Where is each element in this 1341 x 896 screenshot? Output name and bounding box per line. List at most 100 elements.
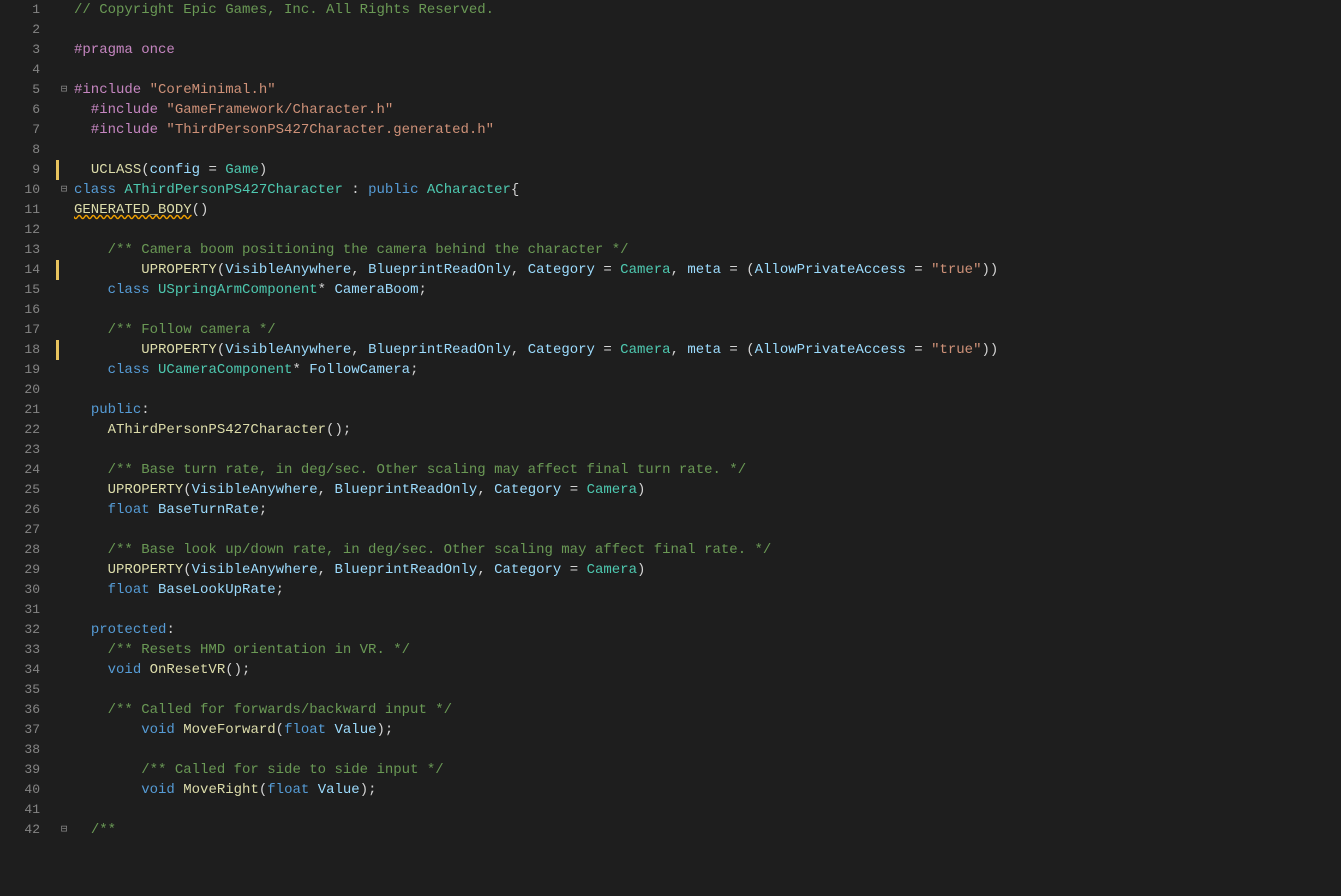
code-area[interactable]: // Copyright Epic Games, Inc. All Rights… bbox=[48, 0, 1341, 896]
token-text bbox=[74, 760, 141, 780]
token-string: "CoreMinimal.h" bbox=[150, 80, 276, 100]
token-text bbox=[175, 780, 183, 800]
token-param: Category bbox=[494, 560, 561, 580]
token-param: Value bbox=[334, 720, 376, 740]
token-text: ( bbox=[141, 160, 149, 180]
token-text: = bbox=[595, 340, 620, 360]
token-text: = bbox=[595, 260, 620, 280]
code-line: #include "GameFramework/Character.h" bbox=[56, 100, 1341, 120]
token-param: Category bbox=[494, 480, 561, 500]
token-text: ; bbox=[419, 280, 427, 300]
token-keyword: void bbox=[141, 780, 175, 800]
token-string: "ThirdPersonPS427Character.generated.h" bbox=[166, 120, 494, 140]
token-text: = ( bbox=[721, 340, 755, 360]
token-param: VisibleAnywhere bbox=[225, 340, 351, 360]
token-keyword: float bbox=[108, 580, 150, 600]
line-number: 17 bbox=[12, 320, 40, 340]
line-number: 2 bbox=[12, 20, 40, 40]
token-text: ( bbox=[259, 780, 267, 800]
token-text bbox=[141, 660, 149, 680]
token-param: VisibleAnywhere bbox=[192, 560, 318, 580]
token-text: , bbox=[351, 260, 368, 280]
line-number: 4 bbox=[12, 60, 40, 80]
collapse-minus-icon[interactable]: ⊟ bbox=[56, 82, 72, 98]
token-keyword: void bbox=[141, 720, 175, 740]
token-text bbox=[74, 500, 108, 520]
token-text: , bbox=[318, 480, 335, 500]
line-number: 1 bbox=[12, 0, 40, 20]
token-keyword: float bbox=[267, 780, 309, 800]
line-number: 30 bbox=[12, 580, 40, 600]
token-class-name: UCameraComponent bbox=[158, 360, 292, 380]
code-line bbox=[56, 220, 1341, 240]
line-number: 18 bbox=[12, 340, 40, 360]
code-line: UPROPERTY(VisibleAnywhere, BlueprintRead… bbox=[56, 480, 1341, 500]
token-text: , bbox=[477, 560, 494, 580]
code-line bbox=[56, 60, 1341, 80]
code-line: #include "ThirdPersonPS427Character.gene… bbox=[56, 120, 1341, 140]
collapse-minus-icon[interactable]: ⊟ bbox=[56, 822, 72, 838]
token-string: "GameFramework/Character.h" bbox=[166, 100, 393, 120]
line-number: 37 bbox=[12, 720, 40, 740]
token-text: (); bbox=[326, 420, 351, 440]
code-line: /** Follow camera */ bbox=[56, 320, 1341, 340]
token-text: , bbox=[511, 340, 528, 360]
token-text bbox=[116, 180, 124, 200]
line-number: 14 bbox=[12, 260, 40, 280]
code-line: /** Base turn rate, in deg/sec. Other sc… bbox=[56, 460, 1341, 480]
code-line: ⊟ /** bbox=[56, 820, 1341, 840]
token-text: : bbox=[166, 620, 174, 640]
line-number: 40 bbox=[12, 780, 40, 800]
token-text bbox=[419, 180, 427, 200]
token-param: BlueprintReadOnly bbox=[368, 260, 511, 280]
token-text bbox=[74, 620, 91, 640]
token-param: Value bbox=[318, 780, 360, 800]
token-function: GENERATED_BODY bbox=[74, 200, 192, 220]
token-comment: /** Base look up/down rate, in deg/sec. … bbox=[108, 540, 772, 560]
code-line: class UCameraComponent* FollowCamera; bbox=[56, 360, 1341, 380]
line-number: 41 bbox=[12, 800, 40, 820]
line-number: 16 bbox=[12, 300, 40, 320]
token-param: meta bbox=[687, 340, 721, 360]
token-text bbox=[74, 260, 141, 280]
code-line bbox=[56, 140, 1341, 160]
token-function: UPROPERTY bbox=[108, 560, 184, 580]
token-text: ); bbox=[377, 720, 394, 740]
token-property: BaseLookUpRate bbox=[158, 580, 276, 600]
token-text bbox=[74, 700, 108, 720]
token-text: = bbox=[200, 160, 225, 180]
code-line: /** Called for forwards/backward input *… bbox=[56, 700, 1341, 720]
token-function: UCLASS bbox=[91, 160, 141, 180]
line-number: 42 bbox=[12, 820, 40, 840]
token-text bbox=[74, 580, 108, 600]
line-number: 32 bbox=[12, 620, 40, 640]
token-text: ( bbox=[183, 480, 191, 500]
line-number: 28 bbox=[12, 540, 40, 560]
line-number: 39 bbox=[12, 760, 40, 780]
token-text bbox=[74, 780, 141, 800]
code-line: UCLASS(config = Game) bbox=[56, 160, 1341, 180]
line-number: 27 bbox=[12, 520, 40, 540]
code-line: /** Camera boom positioning the camera b… bbox=[56, 240, 1341, 260]
token-text bbox=[158, 120, 166, 140]
token-param: VisibleAnywhere bbox=[192, 480, 318, 500]
collapse-minus-icon[interactable]: ⊟ bbox=[56, 182, 72, 198]
token-text: , bbox=[511, 260, 528, 280]
token-text: (); bbox=[225, 660, 250, 680]
token-string: "true" bbox=[931, 340, 981, 360]
token-type: Camera bbox=[620, 340, 670, 360]
token-param: Category bbox=[528, 340, 595, 360]
token-text bbox=[175, 720, 183, 740]
token-function: UPROPERTY bbox=[141, 260, 217, 280]
code-editor: 1234567891011121314151617181920212223242… bbox=[0, 0, 1341, 896]
code-line: UPROPERTY(VisibleAnywhere, BlueprintRead… bbox=[56, 340, 1341, 360]
line-number: 8 bbox=[12, 140, 40, 160]
token-text: ( bbox=[217, 340, 225, 360]
token-text: )) bbox=[982, 340, 999, 360]
token-comment: /** Follow camera */ bbox=[108, 320, 276, 340]
code-line bbox=[56, 600, 1341, 620]
token-text: , bbox=[477, 480, 494, 500]
token-text: = bbox=[906, 260, 931, 280]
token-property: CameraBoom bbox=[334, 280, 418, 300]
token-class-name: ACharacter bbox=[427, 180, 511, 200]
